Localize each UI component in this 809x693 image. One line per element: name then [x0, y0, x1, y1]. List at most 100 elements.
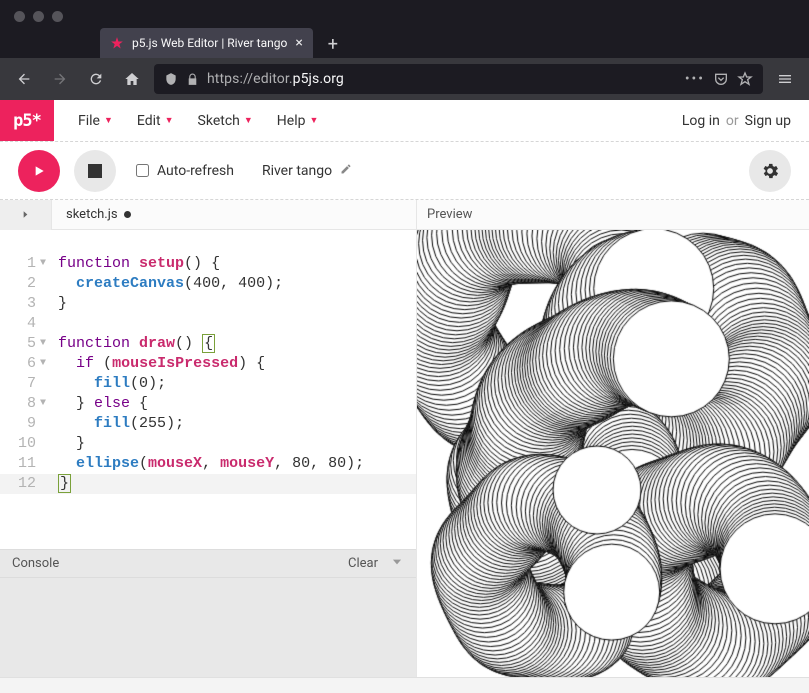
fold-gutter-icon[interactable]: ▼	[38, 254, 48, 274]
line-number: 1	[0, 254, 38, 274]
settings-button[interactable]	[749, 150, 791, 192]
fold-gutter-icon[interactable]: ▼	[38, 354, 48, 374]
editor-column: sketch.js 1▼function setup() {2 createCa…	[0, 200, 417, 677]
page-actions-icon[interactable]: •••	[685, 71, 705, 87]
code-line[interactable]: 12}	[0, 474, 416, 494]
line-number: 12	[0, 474, 38, 494]
browser-tab-title: p5.js Web Editor | River tango	[132, 36, 287, 50]
code-line[interactable]: 8▼ } else {	[0, 394, 416, 414]
menu-item-label: Edit	[137, 113, 161, 129]
console-label: Console	[12, 556, 348, 571]
fold-gutter-icon[interactable]: ▼	[38, 394, 48, 414]
window-minimize-dot[interactable]	[33, 11, 44, 22]
window-maximize-dot[interactable]	[52, 11, 63, 22]
code-editor[interactable]: 1▼function setup() {2 createCanvas(400, …	[0, 230, 416, 549]
p5-favicon-icon	[110, 36, 124, 50]
pencil-icon	[340, 163, 352, 175]
preview-column: Preview	[417, 200, 809, 677]
code-line[interactable]: 9 fill(255);	[0, 414, 416, 434]
file-tab-name: sketch.js	[66, 207, 118, 222]
pocket-icon[interactable]	[713, 71, 729, 87]
chevron-down-icon: ▼	[309, 115, 318, 126]
code-line[interactable]: 4	[0, 314, 416, 334]
signup-link[interactable]: Sign up	[745, 113, 791, 129]
code-content: fill(0);	[48, 374, 166, 394]
expand-sidebar-button[interactable]	[0, 200, 52, 230]
preview-header: Preview	[417, 200, 809, 230]
edit-name-button[interactable]	[340, 163, 352, 179]
stop-button[interactable]	[74, 150, 116, 192]
browser-tab[interactable]: p5.js Web Editor | River tango ×	[100, 28, 313, 58]
code-content: function draw() {	[48, 334, 215, 354]
auto-refresh-checkbox[interactable]	[136, 164, 149, 177]
p5-editor-app: p5* File▼Edit▼Sketch▼Help▼ Log in or Sig…	[0, 100, 809, 693]
file-tabs: sketch.js	[0, 200, 416, 230]
auth-or: or	[726, 113, 739, 129]
code-line[interactable]: 1▼function setup() {	[0, 254, 416, 274]
browser-menu-button[interactable]	[771, 65, 799, 93]
line-number: 10	[0, 434, 38, 454]
code-content: }	[48, 294, 67, 314]
reload-button[interactable]	[82, 65, 110, 93]
preview-canvas[interactable]	[417, 230, 809, 677]
line-number: 11	[0, 454, 38, 474]
line-number: 8	[0, 394, 38, 414]
menu-item-edit[interactable]: Edit▼	[125, 100, 186, 142]
code-line[interactable]: 11 ellipse(mouseX, mouseY, 80, 80);	[0, 454, 416, 474]
app-topbar: p5* File▼Edit▼Sketch▼Help▼ Log in or Sig…	[0, 100, 809, 142]
url-bar[interactable]: https://editor.p5js.org •••	[154, 64, 763, 94]
console-collapse-button[interactable]	[390, 555, 404, 573]
menu-item-file[interactable]: File ▼	[66, 100, 125, 142]
menu-item-label: File	[78, 113, 100, 129]
browser-chrome: p5.js Web Editor | River tango × + https…	[0, 0, 809, 100]
gear-icon	[760, 161, 780, 181]
auth-links: Log in or Sign up	[682, 100, 809, 141]
shield-icon	[164, 72, 178, 86]
preview-canvas-wrap	[417, 230, 809, 677]
tab-close-icon[interactable]: ×	[295, 36, 302, 50]
line-number: 3	[0, 294, 38, 314]
line-number: 7	[0, 374, 38, 394]
play-icon	[31, 163, 47, 179]
code-content: ellipse(mouseX, mouseY, 80, 80);	[48, 454, 364, 474]
code-line[interactable]: 2 createCanvas(400, 400);	[0, 274, 416, 294]
play-button[interactable]	[18, 150, 60, 192]
tab-strip: p5.js Web Editor | River tango × +	[0, 28, 809, 58]
home-button[interactable]	[118, 65, 146, 93]
menu-item-label: Sketch	[198, 113, 240, 129]
hamburger-icon	[777, 71, 793, 87]
menu-item-sketch[interactable]: Sketch▼	[186, 100, 265, 142]
line-number: 5	[0, 334, 38, 354]
console-clear-button[interactable]: Clear	[348, 556, 378, 571]
sketch-name: River tango	[262, 163, 352, 179]
chevron-right-icon	[20, 209, 31, 220]
file-tab[interactable]: sketch.js	[52, 200, 145, 230]
bookmark-star-icon[interactable]	[737, 71, 753, 87]
code-line[interactable]: 7 fill(0);	[0, 374, 416, 394]
code-line[interactable]: 10 }	[0, 434, 416, 454]
window-controls	[0, 0, 809, 28]
window-close-dot[interactable]	[14, 11, 25, 22]
code-content: createCanvas(400, 400);	[48, 274, 283, 294]
menu-item-help[interactable]: Help▼	[265, 100, 331, 142]
code-content: fill(255);	[48, 414, 184, 434]
menu-item-label: Help	[277, 113, 306, 129]
login-link[interactable]: Log in	[682, 113, 720, 129]
chevron-down-icon	[390, 555, 404, 569]
sketch-name-text: River tango	[262, 163, 332, 179]
p5-logo[interactable]: p5*	[0, 100, 54, 141]
line-number: 2	[0, 274, 38, 294]
auto-refresh-toggle[interactable]: Auto-refresh	[136, 163, 234, 179]
stop-icon	[88, 164, 102, 178]
console-header: Console Clear	[0, 549, 416, 577]
code-line[interactable]: 6▼ if (mouseIsPressed) {	[0, 354, 416, 374]
console-body[interactable]	[0, 577, 416, 677]
code-line[interactable]: 3}	[0, 294, 416, 314]
back-button[interactable]	[10, 65, 38, 93]
new-tab-button[interactable]: +	[319, 30, 347, 58]
reload-icon	[88, 71, 104, 87]
chevron-down-icon: ▼	[104, 115, 113, 126]
fold-gutter-icon[interactable]: ▼	[38, 334, 48, 354]
horizontal-scrollbar[interactable]	[0, 677, 809, 693]
code-line[interactable]: 5▼function draw() {	[0, 334, 416, 354]
